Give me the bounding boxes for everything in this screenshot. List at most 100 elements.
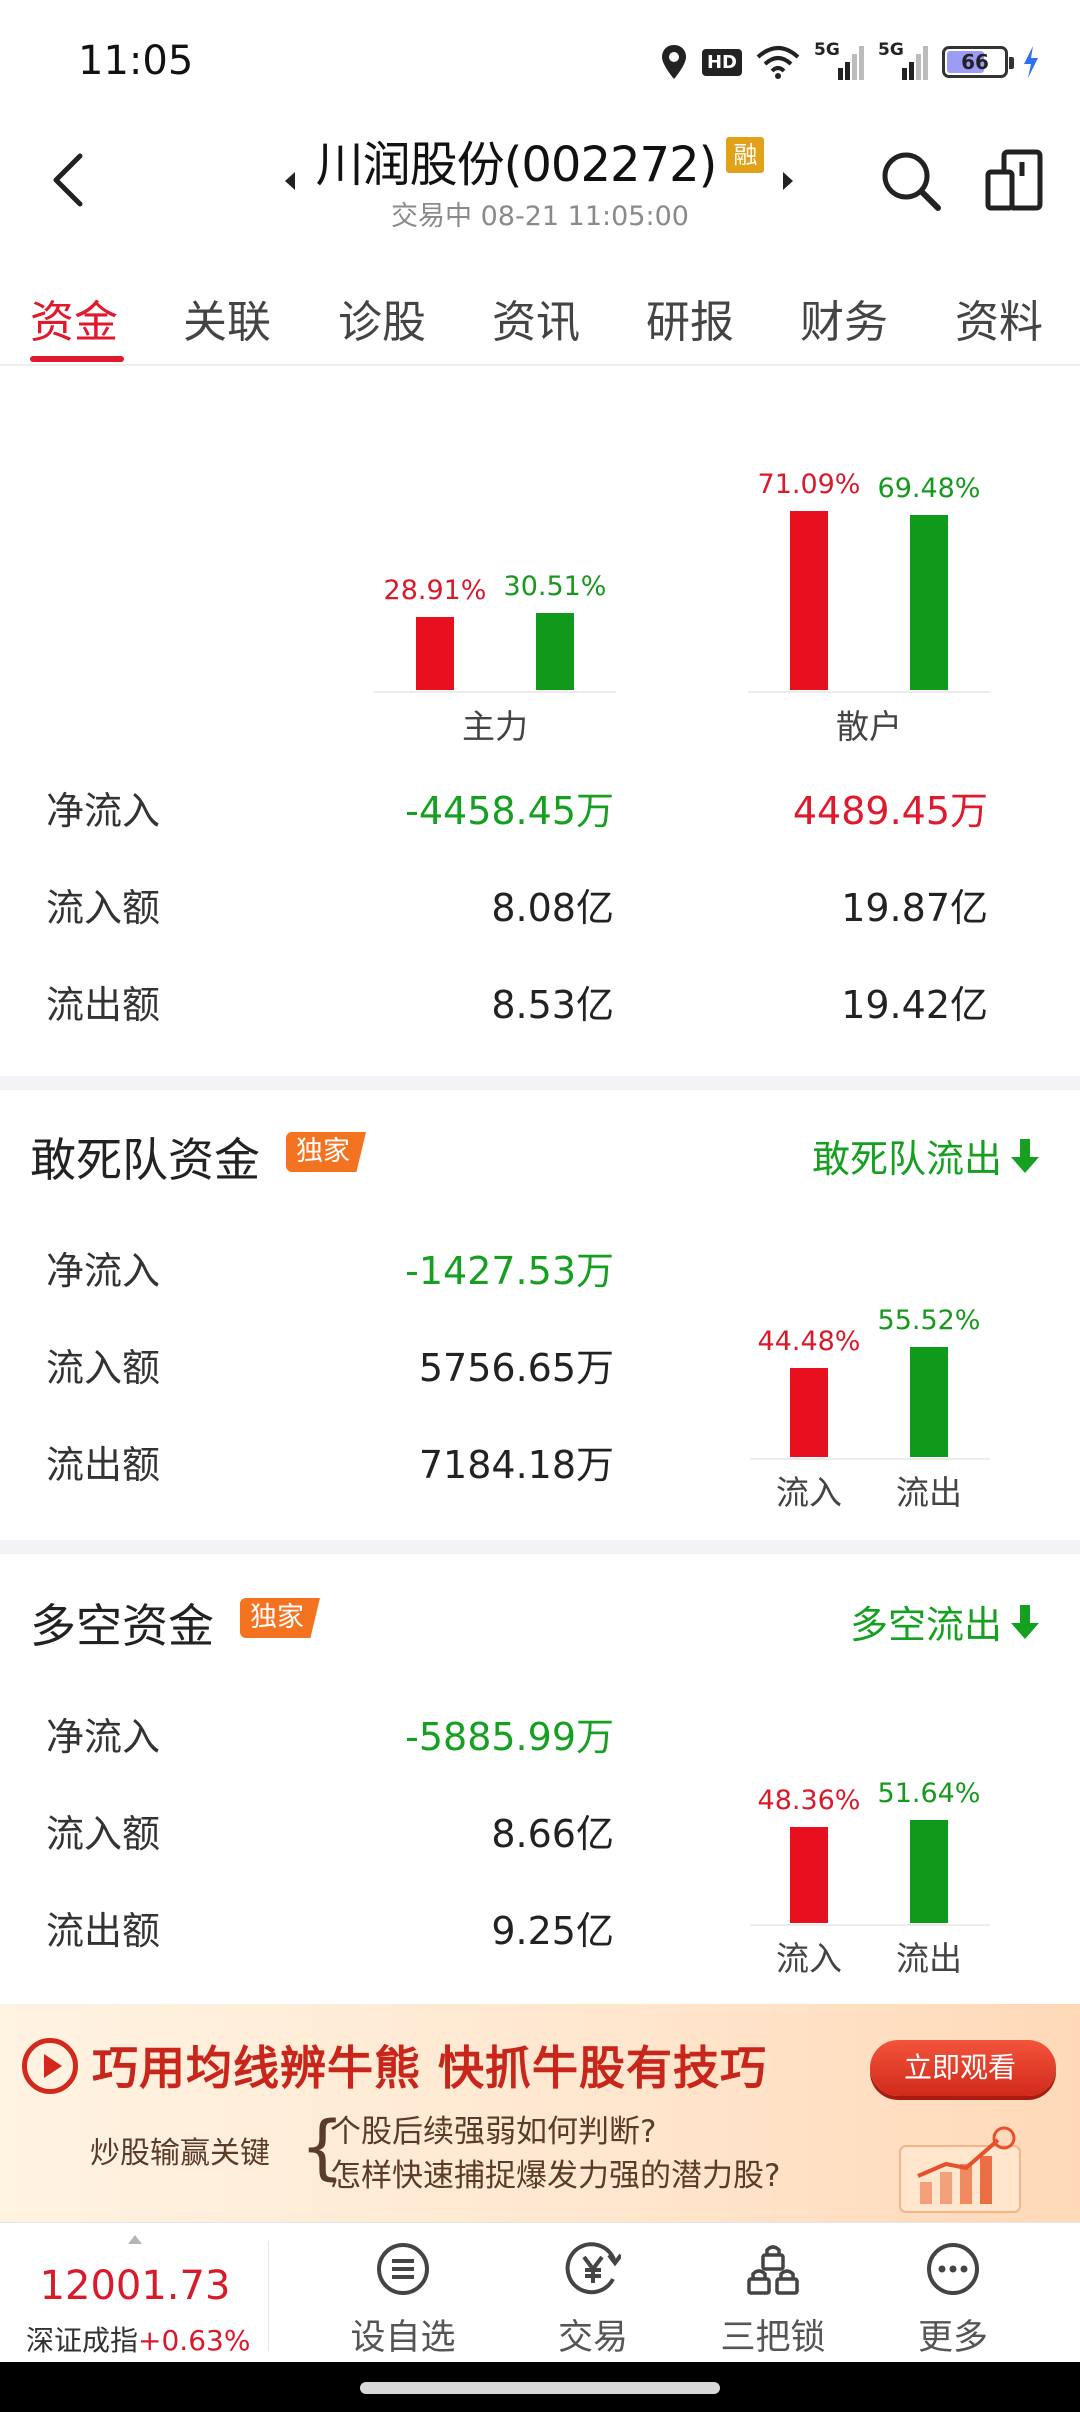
main-force-outflow-amount: 8.53亿 [491, 983, 614, 1027]
ls-inflow-bar [790, 1826, 828, 1923]
dare-inflow-amount: 5756.65万 [418, 1346, 614, 1390]
location-icon [660, 42, 688, 82]
tab-news[interactable]: 资讯 [492, 286, 580, 350]
tab-research[interactable]: 研报 [646, 286, 734, 350]
yuan-icon [565, 2242, 623, 2295]
main-force-inflow-pct: 28.91% [383, 575, 487, 607]
index-value[interactable]: 12001.73 [0, 2263, 270, 2309]
nav-more[interactable]: 更多 [868, 2241, 1038, 2360]
retail-outflow-bar [910, 514, 948, 690]
retail-label: 散户 [836, 707, 902, 746]
locks-icon [747, 2245, 799, 2295]
ls-inflow-pct: 48.36% [757, 1784, 861, 1816]
ls-net-inflow: -5885.99万 [405, 1715, 614, 1759]
nav-trade-label: 交易 [557, 2318, 628, 2358]
system-nav-bar [0, 2362, 1080, 2412]
longshort-fund-title: 多空资金 [30, 1599, 214, 1653]
retail-inflow-bar [790, 510, 828, 690]
chart-illustration-icon [899, 2126, 1021, 2213]
tab-bar: 资金 关联 诊股 资讯 研报 财务 资料 [0, 270, 1080, 366]
longshort-outflow-link[interactable]: 多空流出 [850, 1594, 1040, 1649]
arrow-down-icon [1011, 1138, 1039, 1173]
retail-baseline [748, 691, 990, 693]
index-name: 深证成指 [26, 2324, 139, 2357]
retail-inflow-amount: 19.87亿 [841, 886, 988, 930]
dare-outflow-bar [910, 1346, 948, 1457]
tab-related[interactable]: 关联 [183, 286, 271, 350]
ls-outflow-bar [910, 1820, 948, 1923]
watch-now-button[interactable]: 立即观看 [870, 2040, 1056, 2096]
ls-outflow-pct: 51.64% [877, 1778, 981, 1810]
dare-fund-title: 敢死队资金 [30, 1133, 260, 1187]
margin-badge: 融 [726, 137, 765, 173]
dare-inflow-pct: 44.48% [757, 1326, 861, 1358]
dare-net-inflow-label: 净流入 [46, 1249, 161, 1293]
arrow-down-icon [1011, 1604, 1039, 1639]
bottom-bar: 12001.73 深证成指+0.63% 设自选 交易 三把锁 更多 [0, 2222, 1080, 2362]
tab-funds[interactable]: 资金 [30, 286, 118, 350]
chevron-left-icon [53, 153, 83, 207]
outflow-amount-label: 流出额 [46, 983, 161, 1027]
back-button[interactable] [40, 150, 100, 210]
main-force-baseline [374, 691, 616, 693]
main-force-label: 主力 [462, 707, 528, 746]
exclusive-badge: 独家 [240, 1598, 320, 1638]
section-divider [0, 1540, 1080, 1554]
tab-profile[interactable]: 资料 [955, 286, 1043, 350]
dare-outflow-caption: 流出 [896, 1473, 962, 1512]
status-icons: HD 5G 5G 66 [660, 40, 1040, 84]
retail-net-inflow: 4489.45万 [792, 789, 988, 833]
expand-arrow-icon[interactable] [128, 2235, 142, 2244]
ls-net-inflow-label: 净流入 [46, 1715, 161, 1759]
trade-status: 交易中 08-21 11:05:00 [391, 201, 689, 232]
nav-add-watchlist[interactable]: 设自选 [318, 2241, 488, 2360]
inflow-amount-label: 流入额 [46, 886, 161, 930]
promo-line-2: 怎样快速捕捉爆发力强的潜力股? [330, 2158, 781, 2194]
net-inflow-label: 净流入 [46, 789, 161, 833]
ls-outflow-label: 流出额 [46, 1909, 161, 1953]
status-bar: 11:05 HD 5G 5G 66 [0, 0, 1080, 120]
signal-5g-icon: 5G [814, 40, 864, 82]
nav-header: 川润股份(002272) 融 交易中 08-21 11:05:00 [0, 120, 1080, 250]
dare-baseline [750, 1458, 990, 1460]
promo-line-1: 个股后续强弱如何判断? [330, 2114, 657, 2150]
nav-trade[interactable]: 交易 [508, 2241, 678, 2360]
tab-finance[interactable]: 财务 [800, 286, 888, 350]
dare-net-inflow: -1427.53万 [405, 1249, 614, 1293]
dare-outflow-pct: 55.52% [877, 1304, 981, 1336]
exclusive-badge: 独家 [286, 1132, 366, 1172]
play-icon [22, 2038, 78, 2094]
more-icon [927, 2243, 979, 2295]
active-tab-indicator [30, 356, 124, 362]
index-change: +0.63% [138, 2324, 251, 2357]
promo-tagline: 炒股输赢关键 [90, 2136, 270, 2171]
dare-fund-outflow-link[interactable]: 敢死队流出 [812, 1128, 1040, 1183]
signal-5g-icon: 5G [878, 40, 928, 82]
switch-button[interactable] [984, 148, 1044, 214]
dare-fund-link-label: 敢死队流出 [811, 1137, 1002, 1181]
nav-three-locks[interactable]: 三把锁 [688, 2241, 858, 2360]
battery-icon: 66 [942, 42, 1014, 82]
longshort-link-label: 多空流出 [849, 1603, 1002, 1647]
wifi-icon [756, 42, 800, 82]
search-icon [882, 152, 941, 211]
main-force-inflow-bar [416, 617, 454, 690]
ls-inflow-label: 流入额 [46, 1812, 161, 1856]
status-time: 11:05 [78, 38, 194, 84]
list-icon [377, 2243, 429, 2295]
charging-icon [1022, 42, 1040, 82]
stock-title: 川润股份(002272) [315, 137, 718, 193]
promo-banner[interactable]: 巧用均线辨牛熊 快抓牛股有技巧 立即观看 炒股输赢关键 { 个股后续强弱如何判断… [0, 2004, 1080, 2222]
tab-diagnosis[interactable]: 诊股 [338, 286, 426, 350]
main-force-inflow-amount: 8.08亿 [491, 886, 614, 930]
index-separator [268, 2241, 269, 2351]
home-indicator[interactable] [360, 2382, 720, 2394]
nav-more-label: 更多 [917, 2318, 988, 2358]
next-stock-button[interactable] [783, 172, 793, 190]
index-name-row[interactable]: 深证成指+0.63% [26, 2319, 250, 2359]
dare-outflow-label: 流出额 [46, 1443, 161, 1487]
promo-title: 巧用均线辨牛熊 快抓牛股有技巧 [92, 2041, 768, 2095]
search-button[interactable] [878, 148, 944, 214]
dare-inflow-bar [790, 1368, 828, 1457]
main-force-net-inflow: -4458.45万 [405, 789, 614, 833]
